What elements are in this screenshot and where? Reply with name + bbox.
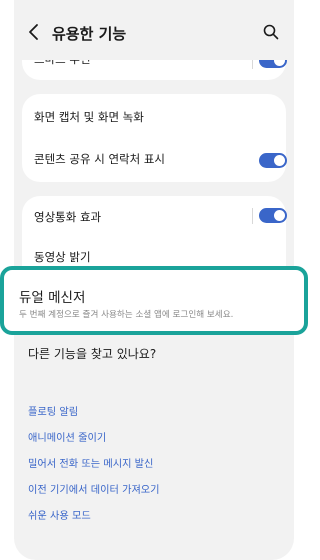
share-contacts-row[interactable]: 콘텐츠 공유 시 연락처 표시: [34, 138, 287, 182]
video-call-effects-row[interactable]: 영상통화 효과: [34, 196, 287, 236]
back-arrow-icon[interactable]: [27, 22, 41, 42]
link-floating-notifications[interactable]: 플로팅 알림: [28, 403, 78, 418]
share-contacts-toggle[interactable]: [259, 153, 287, 168]
dual-messenger-title: 듀얼 메신저: [19, 290, 86, 306]
page-title: 유용한 기능: [52, 25, 127, 43]
link-swipe-to-call-or-message[interactable]: 밀어서 전화 또는 메시지 발신: [28, 455, 153, 470]
share-contacts-label: 콘텐츠 공유 시 연락처 표시: [34, 152, 166, 166]
link-reduce-animations[interactable]: 애니메이션 줄이기: [28, 429, 106, 444]
link-easy-mode[interactable]: 쉬운 사용 모드: [28, 507, 91, 522]
search-icon[interactable]: [263, 24, 279, 40]
video-brightness-label: 동영상 밝기: [34, 250, 91, 264]
link-import-data-from-old-device[interactable]: 이전 기기에서 데이터 가져오기: [28, 481, 160, 496]
screen-capture-label: 화면 캡처 및 화면 녹화: [34, 110, 144, 124]
more-features-title: 다른 기능을 찾고 있나요?: [28, 347, 157, 361]
dual-messenger-description: 두 번째 계정으로 즐겨 사용하는 소셜 앱에 로그인해 보세요.: [19, 310, 234, 320]
screen-capture-row[interactable]: 화면 캡처 및 화면 녹화: [34, 94, 274, 138]
settings-card-capture: 화면 캡처 및 화면 녹화 콘텐츠 공유 시 연락처 표시: [22, 94, 287, 182]
row-divider: [252, 208, 253, 224]
dual-messenger-row[interactable]: 듀얼 메신저 두 번째 계정으로 즐겨 사용하는 소셜 앱에 로그인해 보세요.: [0, 266, 308, 335]
video-call-effects-label: 영상통화 효과: [34, 210, 102, 224]
video-call-effects-toggle[interactable]: [259, 208, 287, 223]
app-bar: 유용한 기능: [14, 0, 294, 60]
